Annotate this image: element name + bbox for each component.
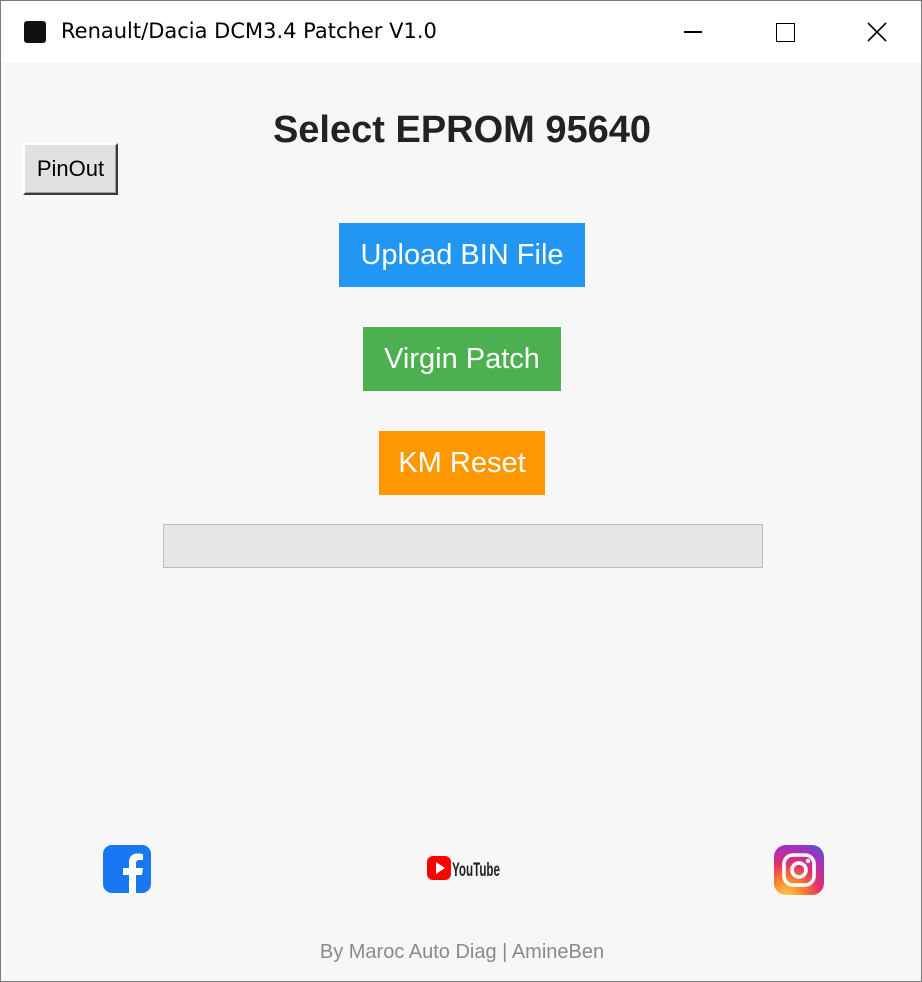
youtube-icon[interactable]: YouTube [427,854,501,884]
client-area: Select EPROM 95640 PinOut Upload BIN Fil… [1,63,921,981]
footer-credit: By Maroc Auto Diag | AmineBen [319,941,605,963]
upload-bin-button[interactable]: Upload BIN File [339,223,585,287]
km-reset-button[interactable]: KM Reset [379,431,545,495]
maximize-button[interactable] [739,1,831,63]
maximize-icon [775,22,795,42]
instagram-icon[interactable] [774,845,824,895]
chip-icon [24,21,46,43]
virgin-patch-button[interactable]: Virgin Patch [363,327,561,391]
minimize-button[interactable] [647,1,739,63]
progress-bar [163,524,763,568]
youtube-logo: YouTube [427,856,500,881]
minimize-icon [684,31,702,33]
app-window: Renault/Dacia DCM3.4 Patcher V1.0 Select… [0,0,922,982]
close-button[interactable] [831,1,922,63]
facebook-glyph [123,853,143,893]
page-title: Select EPROM 95640 [272,109,652,151]
title-bar[interactable]: Renault/Dacia DCM3.4 Patcher V1.0 [1,1,921,63]
youtube-wordmark: YouTube [452,860,500,881]
pinout-button[interactable]: PinOut [23,143,118,195]
window-title: Renault/Dacia DCM3.4 Patcher V1.0 [61,19,437,43]
close-icon [867,22,887,42]
instagram-glyph [774,845,824,895]
facebook-icon[interactable] [103,845,151,893]
